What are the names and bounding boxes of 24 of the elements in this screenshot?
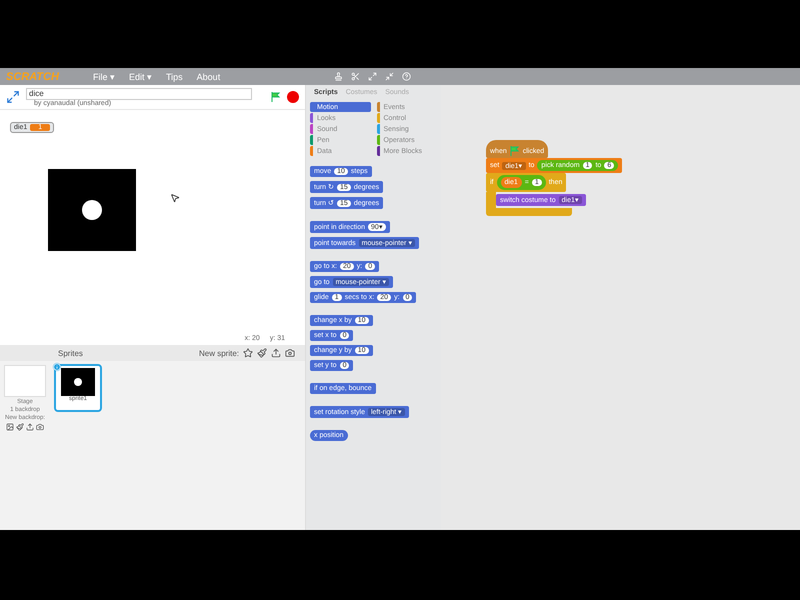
- stop-icon[interactable]: [287, 91, 299, 103]
- paintbrush-icon[interactable]: [16, 423, 24, 431]
- help-icon[interactable]: [402, 72, 412, 81]
- presentation-mode-icon[interactable]: [6, 90, 20, 104]
- new-sprite-label: New sprite:: [198, 348, 239, 358]
- shrink-icon[interactable]: [385, 72, 394, 81]
- stamp-icon[interactable]: [334, 72, 344, 81]
- flag-icon: [271, 92, 281, 102]
- sprites-label: Sprites: [58, 348, 84, 358]
- scissors-icon[interactable]: [351, 72, 360, 81]
- upload-icon[interactable]: [271, 348, 281, 358]
- paintbrush-icon[interactable]: [257, 348, 267, 358]
- star-icon[interactable]: [243, 348, 253, 358]
- project-title-field[interactable]: dice: [26, 88, 252, 100]
- flag-icon: [510, 146, 520, 156]
- camera-icon[interactable]: [285, 348, 295, 358]
- landscape-icon[interactable]: [6, 423, 14, 431]
- camera-icon[interactable]: [36, 423, 44, 431]
- die-sprite[interactable]: [48, 169, 136, 251]
- info-icon[interactable]: [53, 363, 61, 371]
- mouse-cursor-icon: [170, 193, 180, 203]
- upload-icon[interactable]: [26, 423, 34, 431]
- stage-thumbnail[interactable]: [4, 365, 46, 397]
- grow-icon[interactable]: [368, 72, 378, 81]
